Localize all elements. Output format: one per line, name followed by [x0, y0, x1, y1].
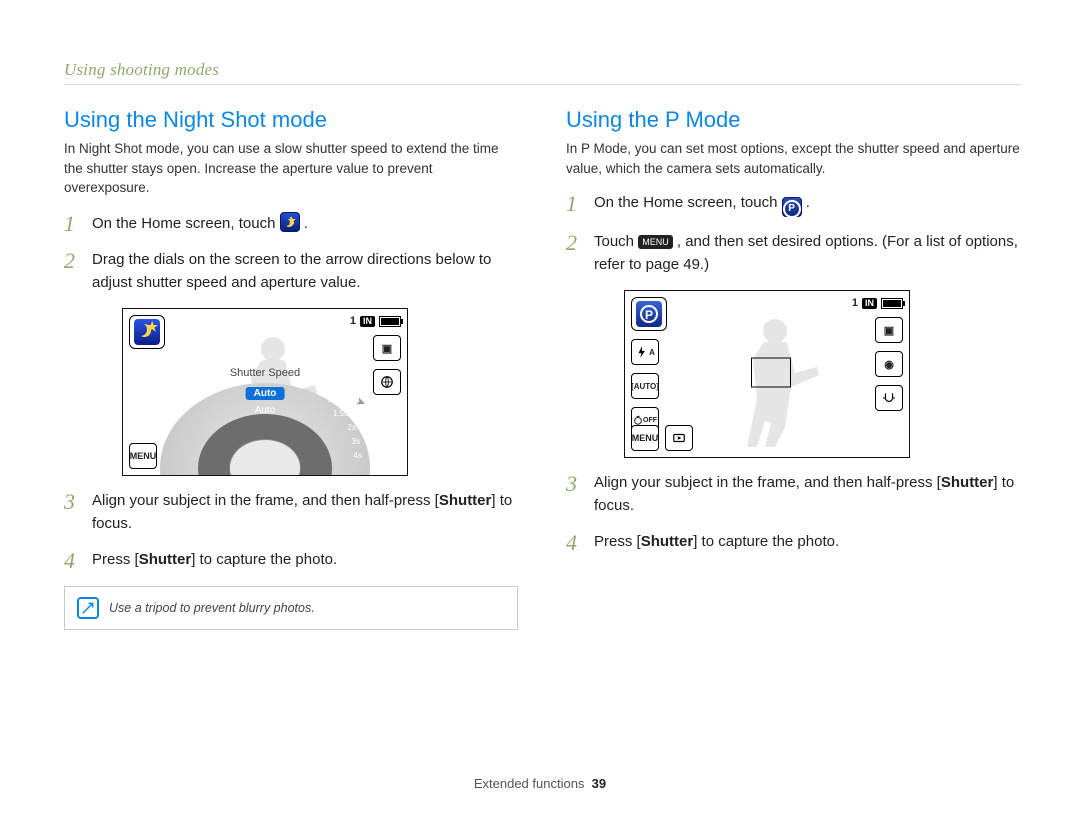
- section-header: Using shooting modes: [64, 60, 1020, 85]
- menu-chip-icon: MENU: [638, 235, 673, 249]
- page-number: 39: [592, 776, 606, 791]
- step-text: .: [806, 194, 810, 211]
- right-steps-cont: Align your subject in the frame, and the…: [566, 472, 1020, 554]
- left-step-3: Align your subject in the frame, and the…: [92, 490, 518, 535]
- dial-auto-chip: Auto: [246, 387, 285, 400]
- left-intro: In Night Shot mode, you can use a slow s…: [64, 139, 518, 198]
- storage-in-chip: IN: [360, 316, 375, 327]
- lcd-menu-row: MENU: [631, 425, 693, 451]
- right-column: Using the P Mode In P Mode, you can set …: [566, 107, 1020, 630]
- step-text: Align your subject in the frame, and the…: [594, 474, 941, 491]
- step-text: Press [: [92, 551, 139, 568]
- lcd-status-bar: 1 IN: [350, 315, 401, 327]
- dial-auto-sub: Auto: [255, 405, 276, 416]
- display-mode-icon[interactable]: ▣: [875, 317, 903, 343]
- battery-icon: [881, 298, 903, 309]
- lcd-p-preview: 1 IN P A [AUTO] OFF ▣ ◉: [624, 290, 910, 458]
- left-title: Using the Night Shot mode: [64, 107, 518, 133]
- night-mode-icon: [280, 212, 300, 232]
- note-icon: [77, 597, 99, 619]
- step-text: On the Home screen, touch: [92, 215, 275, 232]
- battery-icon: [379, 316, 401, 327]
- lcd-night-preview: 1 IN ▣: [122, 308, 408, 476]
- shot-counter: 1: [852, 297, 858, 309]
- step-text: Touch: [594, 233, 634, 250]
- right-step-2: Touch MENU , and then set desired option…: [594, 231, 1020, 276]
- two-column-layout: Using the Night Shot mode In Night Shot …: [64, 107, 1020, 630]
- mode-button-night[interactable]: [129, 315, 165, 349]
- dial-arrow-icon: ➤: [354, 394, 368, 411]
- shutter-key: Shutter: [439, 492, 492, 509]
- stabilizer-icon[interactable]: [875, 385, 903, 411]
- playback-icon[interactable]: [665, 425, 693, 451]
- note-box: Use a tripod to prevent blurry photos.: [64, 586, 518, 630]
- shot-counter: 1: [350, 315, 356, 327]
- left-steps-cont: Align your subject in the frame, and the…: [64, 490, 518, 572]
- left-step-4: Press [Shutter] to capture the photo.: [92, 549, 518, 572]
- left-column: Using the Night Shot mode In Night Shot …: [64, 107, 518, 630]
- manual-page: Using shooting modes Using the Night Sho…: [0, 0, 1080, 815]
- footer-label: Extended functions: [474, 776, 585, 791]
- right-step-3: Align your subject in the frame, and the…: [594, 472, 1020, 517]
- step-text: ] to capture the photo.: [191, 551, 337, 568]
- lcd-status-bar: 1 IN: [852, 297, 903, 309]
- lcd-left-stack: [129, 315, 165, 349]
- lcd-menu-row: MENU: [129, 443, 157, 469]
- flash-auto-button[interactable]: A: [631, 339, 659, 365]
- step-text: .: [304, 215, 308, 232]
- menu-button[interactable]: MENU: [129, 443, 157, 469]
- step-text: Align your subject in the frame, and the…: [92, 492, 439, 509]
- note-text: Use a tripod to prevent blurry photos.: [109, 601, 315, 615]
- lcd-right-stack: ▣: [373, 335, 401, 395]
- right-title: Using the P Mode: [566, 107, 1020, 133]
- step-text: ] to capture the photo.: [693, 533, 839, 550]
- p-mode-icon: [782, 197, 802, 217]
- af-frame: [751, 358, 791, 388]
- focus-auto-button[interactable]: [AUTO]: [631, 373, 659, 399]
- shutter-speed-label: Shutter Speed: [230, 367, 300, 379]
- right-steps: On the Home screen, touch . Touch MENU ,…: [566, 192, 1020, 276]
- display-mode-icon[interactable]: ▣: [373, 335, 401, 361]
- shutter-key: Shutter: [941, 474, 994, 491]
- metering-icon[interactable]: ◉: [875, 351, 903, 377]
- mode-button-p[interactable]: P: [631, 297, 667, 331]
- right-intro: In P Mode, you can set most options, exc…: [566, 139, 1020, 178]
- step-text: On the Home screen, touch: [594, 194, 777, 211]
- left-step-2: Drag the dials on the screen to the arro…: [92, 249, 518, 294]
- left-step-1: On the Home screen, touch .: [92, 212, 518, 236]
- right-step-1: On the Home screen, touch .: [594, 192, 1020, 217]
- shutter-key: Shutter: [641, 533, 694, 550]
- shutter-key: Shutter: [139, 551, 192, 568]
- globe-icon[interactable]: [373, 369, 401, 395]
- page-footer: Extended functions 39: [0, 776, 1080, 791]
- lcd-right-stack: ▣ ◉: [875, 317, 903, 411]
- storage-in-chip: IN: [862, 298, 877, 309]
- menu-button[interactable]: MENU: [631, 425, 659, 451]
- lcd-left-stack: P A [AUTO] OFF: [631, 297, 667, 433]
- exposure-dial[interactable]: Shutter Speed Auto Auto Aperture ➤ 1s 1.…: [160, 383, 370, 476]
- left-steps: On the Home screen, touch . Drag the dia…: [64, 212, 518, 295]
- right-step-4: Press [Shutter] to capture the photo.: [594, 531, 1020, 554]
- step-text: Press [: [594, 533, 641, 550]
